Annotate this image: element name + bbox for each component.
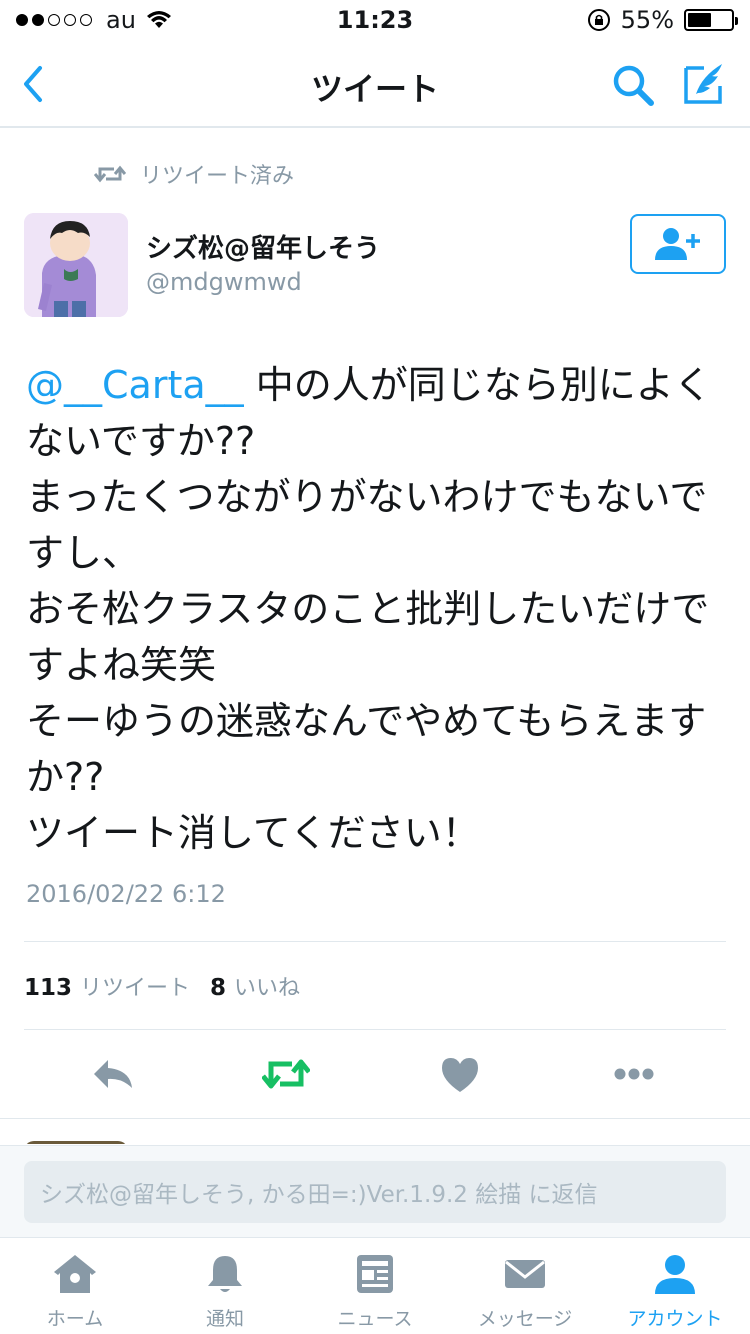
person-icon [655, 1255, 695, 1294]
tab-label: ニュース [337, 1308, 413, 1330]
search-icon[interactable] [610, 62, 656, 108]
tab-label: アカウント [627, 1308, 723, 1330]
add-user-icon [655, 228, 700, 260]
orientation-lock-icon [587, 9, 610, 31]
tweet-actions [0, 1040, 750, 1110]
status-right: 55% [587, 6, 738, 34]
tab-bar: ホーム 通知 ニュース メッセージ アカウント [0, 1237, 750, 1334]
tweet-text: @__Carta__ 中の人が同じなら別によくないですか?? まったくつながりが… [26, 357, 726, 861]
bell-icon [208, 1256, 242, 1292]
retweet-icon[interactable] [262, 1054, 310, 1094]
tab-notifications[interactable]: 通知 [150, 1238, 300, 1334]
tweet-body: 中の人が同じなら別によくないですか?? まったくつながりがないわけでもないですし… [26, 363, 712, 855]
retweet-small-icon [94, 165, 126, 183]
battery-percent: 55% [620, 6, 674, 34]
next-tweet-peek[interactable] [0, 1118, 750, 1144]
divider [24, 1029, 726, 1030]
more-options-icon[interactable] [610, 1054, 658, 1094]
tab-account[interactable]: アカウント [600, 1238, 750, 1334]
avatar[interactable] [24, 213, 128, 317]
tab-home[interactable]: ホーム [0, 1238, 150, 1334]
envelope-icon [505, 1260, 545, 1288]
battery-icon [684, 9, 738, 31]
nav-bar: ツイート [0, 40, 750, 128]
reply-input[interactable]: シズ松@留年しそう, かる田=:)Ver.1.9.2 絵描 に返信 [24, 1161, 726, 1223]
next-tweet-avatar [24, 1141, 128, 1144]
tab-label: 通知 [205, 1308, 244, 1330]
retweet-count-label[interactable]: リツイート [80, 970, 190, 1002]
tab-label: メッセージ [477, 1308, 573, 1330]
reply-bar: シズ松@留年しそう, かる田=:)Ver.1.9.2 絵描 に返信 [0, 1145, 750, 1237]
like-count[interactable]: 8 [210, 975, 226, 1001]
tweet-timestamp: 2016/02/22 6:12 [26, 880, 226, 908]
reply-icon[interactable] [90, 1054, 138, 1094]
engagement-counts: 113 リツイート 8 いいね [24, 970, 300, 1002]
news-icon [357, 1255, 393, 1293]
user-name[interactable]: シズ松@留年しそう [146, 228, 380, 265]
follow-button[interactable] [630, 214, 726, 274]
divider [24, 941, 726, 942]
status-bar: au 11:23 55% [0, 0, 750, 40]
user-handle[interactable]: @mdgwmwd [146, 268, 302, 296]
tab-label: ホーム [46, 1308, 104, 1330]
compose-tweet-icon[interactable] [682, 60, 728, 106]
retweeted-label: リツイート済み [140, 164, 295, 189]
home-icon [54, 1255, 96, 1293]
avatar-illustration [24, 213, 128, 317]
like-count-label[interactable]: いいね [234, 970, 300, 1002]
retweeted-banner: リツイート済み [94, 158, 294, 190]
like-heart-icon[interactable] [436, 1054, 484, 1094]
retweet-count[interactable]: 113 [24, 975, 72, 1001]
mention-link[interactable]: @__Carta__ [26, 363, 244, 407]
tab-messages[interactable]: メッセージ [450, 1238, 600, 1334]
tab-news[interactable]: ニュース [300, 1238, 450, 1334]
